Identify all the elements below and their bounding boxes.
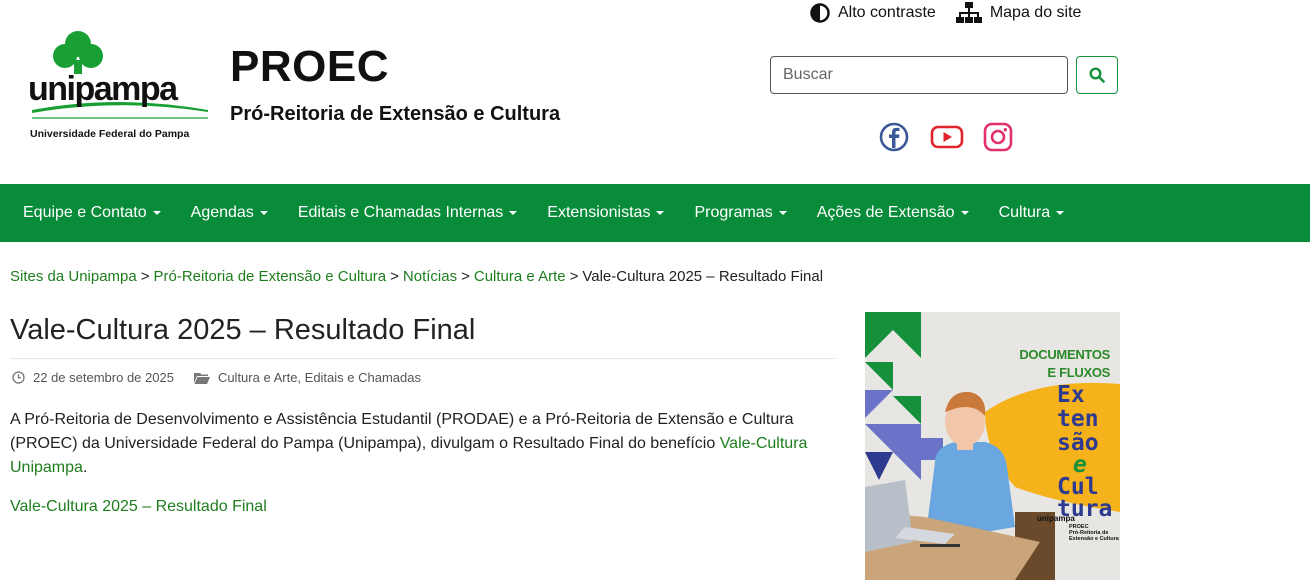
banner-word: ten (1057, 408, 1099, 431)
nav-item-cultura[interactable]: Cultura (984, 204, 1080, 222)
facebook-link[interactable] (878, 121, 912, 155)
nav-item-editais[interactable]: Editais e Chamadas Internas (283, 204, 532, 222)
sitemap-label: Mapa do site (989, 4, 1082, 21)
breadcrumb-link-proec[interactable]: Pró-Reitoria de Extensão e Cultura (154, 268, 387, 285)
nav-item-programas[interactable]: Programas (679, 204, 801, 222)
search-button[interactable] (1076, 56, 1118, 94)
site-subtitle: Pró-Reitoria de Extensão e Cultura (230, 103, 561, 125)
nav-item-label: Equipe e Contato (23, 204, 147, 221)
post-body: A Pró-Reitoria de Desenvolvimento e Assi… (10, 408, 825, 480)
unipampa-logo[interactable]: unipampa Universidade Federal do Pampa (28, 30, 213, 142)
banner-heading-line2: E FLUXOS (1047, 365, 1110, 380)
instagram-link[interactable] (982, 121, 1016, 155)
logo-tagline: Universidade Federal do Pampa (30, 128, 190, 140)
caret-down-icon (259, 211, 268, 215)
caret-down-icon (778, 211, 787, 215)
post-date: 22 de setembro de 2025 (12, 370, 174, 385)
banner-word-line: Ex (1057, 382, 1085, 408)
caret-down-icon (1056, 211, 1065, 215)
title-divider (10, 358, 835, 359)
caret-down-icon (152, 211, 161, 215)
post-categories-text[interactable]: Cultura e Arte, Editais e Chamadas (218, 370, 421, 385)
caret-down-icon (960, 211, 969, 215)
nav-item-agendas[interactable]: Agendas (176, 204, 283, 222)
breadcrumb-separator: > (569, 268, 579, 285)
youtube-link[interactable] (930, 121, 964, 155)
sidebar-banner[interactable]: DOCUMENTOS E FLUXOS Ex ten são e Cul tura… (865, 312, 1120, 580)
breadcrumb-separator: > (390, 268, 399, 285)
contrast-icon (810, 3, 830, 23)
sitemap-icon (955, 2, 982, 23)
nav-item-label: Cultura (998, 204, 1051, 221)
post-title: Vale-Cultura 2025 – Resultado Final (10, 314, 476, 346)
clock-icon (12, 371, 25, 384)
breadcrumb-link-sites[interactable]: Sites da Unipampa (10, 268, 137, 285)
utility-links: Alto contraste Mapa do site (810, 2, 1081, 24)
post-meta: 22 de setembro de 2025 Cultura e Arte, E… (12, 370, 421, 385)
caret-down-icon (656, 211, 665, 215)
social-links (878, 121, 1016, 155)
nav-item-label: Editais e Chamadas Internas (297, 204, 504, 221)
nav-item-extensionistas[interactable]: Extensionistas (532, 204, 679, 222)
banner-word-line: ten (1057, 406, 1099, 432)
site-title[interactable]: PROEC (230, 42, 389, 92)
post-categories: Cultura e Arte, Editais e Chamadas (193, 370, 421, 385)
logo-wordmark: unipampa (28, 70, 178, 108)
caret-down-icon (509, 211, 518, 215)
search-icon (1089, 67, 1105, 83)
banner-logo: unipampa (1037, 514, 1075, 523)
nav-item-label: Programas (694, 204, 773, 221)
banner-proec-line: Extensão e Cultura (1069, 536, 1119, 542)
result-file-link[interactable]: Vale-Cultura 2025 – Resultado Final (10, 498, 267, 516)
post-date-text: 22 de setembro de 2025 (33, 370, 174, 385)
sitemap-link[interactable]: Mapa do site (955, 2, 1082, 24)
nav-item-equipe-contato[interactable]: Equipe e Contato (8, 204, 176, 222)
nav-item-acoes-extensao[interactable]: Ações de Extensão (802, 204, 984, 222)
breadcrumb-separator: > (461, 268, 470, 285)
instagram-icon (983, 122, 1013, 152)
post-body-text: A Pró-Reitoria de Desenvolvimento e Assi… (10, 411, 794, 452)
facebook-icon (879, 122, 909, 152)
banner-heading: DOCUMENTOS E FLUXOS (1019, 346, 1110, 382)
nav-item-label: Extensionistas (547, 204, 651, 221)
breadcrumb: Sites da Unipampa > Pró-Reitoria de Extens… (10, 268, 823, 285)
nav-item-label: Ações de Extensão (816, 204, 955, 221)
search-input[interactable] (770, 56, 1068, 94)
breadcrumb-link-cultura-arte[interactable]: Cultura e Arte (474, 268, 566, 285)
main-nav: Equipe e Contato Agendas Editais e Chama… (0, 184, 1310, 242)
banner-heading-line1: DOCUMENTOS (1019, 347, 1110, 362)
banner-word: Ex (1057, 384, 1085, 407)
breadcrumb-link-noticias[interactable]: Notícias (403, 268, 457, 285)
nav-item-label: Agendas (190, 204, 254, 221)
youtube-icon (930, 125, 964, 149)
banner-proec: PROEC Pró-Reitoria de Extensão e Cultura (1069, 524, 1119, 542)
high-contrast-link[interactable]: Alto contraste (810, 2, 936, 24)
high-contrast-label: Alto contraste (838, 4, 936, 21)
breadcrumb-separator: > (140, 268, 150, 285)
folder-icon (193, 372, 210, 384)
breadcrumb-current: Vale-Cultura 2025 – Resultado Final (582, 268, 824, 285)
post-body-suffix: . (82, 459, 88, 476)
